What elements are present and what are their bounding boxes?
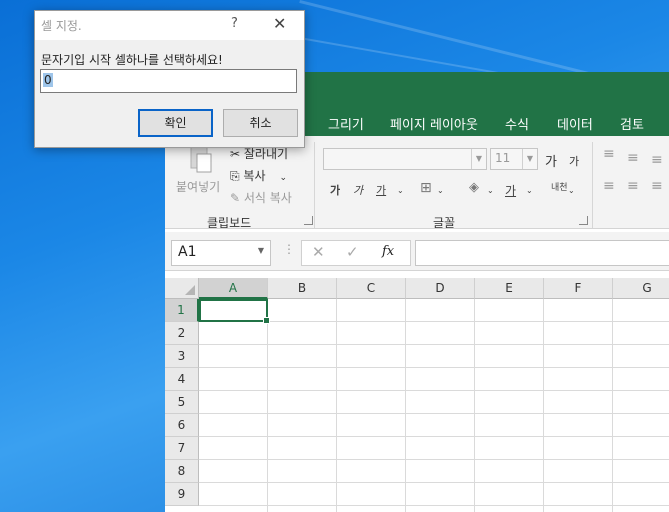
dialog-prompt: 문자기입 시작 셀하나를 선택하세요! [41,53,223,67]
align-center-icon[interactable]: ≡ [627,178,639,194]
chevron-down-icon[interactable]: ⌄ [437,186,444,195]
cell-reference-value: 0 [43,73,53,87]
italic-button[interactable]: 가 [353,182,363,198]
more-icon: ⋮ [283,242,295,256]
fill-color-icon[interactable]: ◈ [469,180,479,195]
tab-formulas[interactable]: 수식 [505,114,529,133]
paste-icon[interactable] [187,144,213,174]
tab-page-layout[interactable]: 페이지 레이아웃 [390,114,478,133]
chevron-down-icon[interactable]: ⌄ [487,186,494,195]
ok-button[interactable]: 확인 [138,109,213,137]
formula-buttons: ✕ ✓ fx [301,240,411,266]
group-divider [592,142,593,228]
clipboard-launcher-icon[interactable] [304,216,313,225]
scissors-icon: ✂ [230,147,244,161]
row-header[interactable]: 2 [165,322,199,345]
copy-button[interactable]: ⎘ 복사 ⌄ [230,167,287,184]
row-header[interactable]: 1 [165,299,199,322]
align-left-icon[interactable]: ≡ [603,178,615,194]
chevron-down-icon: ▼ [522,149,537,169]
copy-icon: ⎘ [230,169,244,183]
insert-function-button[interactable]: fx [382,244,394,259]
column-header[interactable]: A [199,278,268,299]
bold-button[interactable]: 가 [330,182,340,198]
font-color-button[interactable]: 가 [505,182,516,199]
name-box-value: A1 [178,244,197,260]
align-middle-icon[interactable]: ≡ [627,150,639,166]
column-header[interactable]: G [613,278,669,299]
font-size-combo[interactable]: 11 ▼ [490,148,538,170]
cell-area[interactable] [199,299,669,512]
font-size-value: 11 [495,151,511,165]
copy-label: 복사 [243,169,266,183]
column-header[interactable]: D [406,278,475,299]
tab-review[interactable]: 검토 [620,114,644,133]
column-header[interactable]: E [475,278,544,299]
underline-button[interactable]: 가 [376,182,386,198]
chevron-down-icon[interactable]: ▼ [258,246,264,255]
font-name-combo[interactable]: ▼ [323,148,487,170]
chevron-down-icon[interactable]: ⌄ [526,186,533,195]
cancel-icon[interactable]: ✕ [312,243,325,261]
column-header[interactable]: B [268,278,337,299]
chevron-down-icon: ⌄ [279,173,288,183]
group-divider [314,142,315,228]
cut-label: 잘라내기 [243,147,289,161]
row-header[interactable]: 7 [165,437,199,460]
row-header[interactable]: 4 [165,368,199,391]
select-all-button[interactable] [165,278,199,299]
formula-input[interactable] [415,240,669,266]
cancel-button[interactable]: 취소 [223,109,298,137]
clipboard-group-label: 클립보드 [207,216,252,230]
font-launcher-icon[interactable] [579,216,588,225]
column-header[interactable]: C [337,278,406,299]
paintbrush-icon: ✎ [230,191,244,205]
tab-data[interactable]: 데이터 [557,114,593,133]
paste-button[interactable]: 붙여넣기 [176,178,220,195]
row-header[interactable]: 6 [165,414,199,437]
align-top-icon[interactable]: ≡ [603,146,615,162]
font-group-label: 글꼴 [433,216,456,230]
row-header[interactable]: 8 [165,460,199,483]
name-box[interactable]: A1 ▼ [171,240,271,266]
dialog-title-bar[interactable]: 셀 지정. ? ✕ [35,11,304,40]
cell-reference-input[interactable]: 0 [40,69,297,93]
row-header[interactable]: 5 [165,391,199,414]
close-icon[interactable]: ✕ [273,14,286,33]
chevron-down-icon[interactable]: ⌄ [568,186,575,195]
enter-icon[interactable]: ✓ [346,243,359,261]
cell-select-dialog: 셀 지정. ? ✕ 문자기입 시작 셀하나를 선택하세요! 0 확인 취소 [34,10,305,148]
row-header[interactable]: 3 [165,345,199,368]
column-header[interactable]: F [544,278,613,299]
borders-icon[interactable]: ⊞ [420,180,432,196]
format-painter-label: 서식 복사 [243,191,292,205]
align-bottom-icon[interactable]: ≡ [651,152,663,168]
chevron-down-icon: ▼ [471,149,486,169]
phonetic-button[interactable]: 내천 [551,180,568,193]
active-cell[interactable] [199,299,270,324]
formula-bar: A1 ▼ ⋮ ✕ ✓ fx [165,232,669,271]
row-header[interactable]: 9 [165,483,199,506]
align-right-icon[interactable]: ≡ [651,178,663,194]
grow-font-button[interactable]: 가 [545,151,557,170]
help-button[interactable]: ? [231,16,238,31]
format-painter-button[interactable]: ✎ 서식 복사 [230,189,292,206]
tab-draw[interactable]: 그리기 [328,114,364,133]
dialog-title: 셀 지정. [41,19,82,33]
shrink-font-button[interactable]: 가 [569,153,579,169]
chevron-down-icon[interactable]: ⌄ [397,186,404,195]
